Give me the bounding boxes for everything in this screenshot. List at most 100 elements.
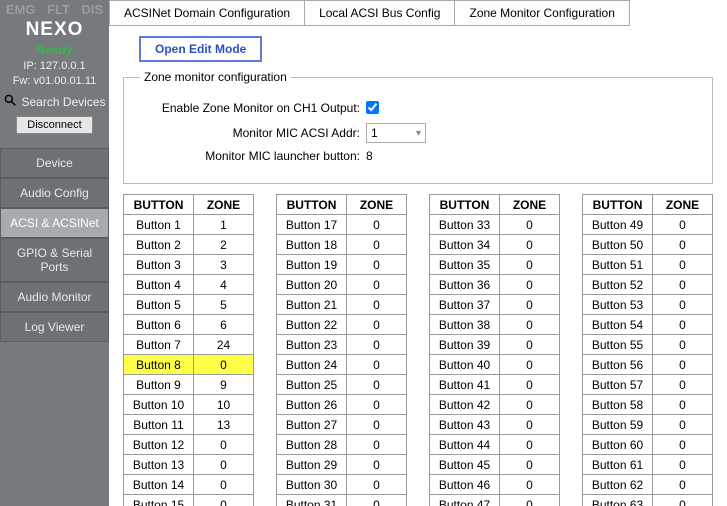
zone-cell: 0 [500,275,560,295]
table-row[interactable]: Button 590 [583,415,713,435]
table-row[interactable]: Button 180 [277,235,407,255]
table-row[interactable]: Button 520 [583,275,713,295]
table-row[interactable]: Button 430 [430,415,560,435]
tab-zone-monitor-configuration[interactable]: Zone Monitor Configuration [455,0,629,26]
tab-acsinet-domain-configuration[interactable]: ACSINet Domain Configuration [109,0,305,26]
table-row[interactable]: Button 22 [124,235,254,255]
table-row[interactable]: Button 350 [430,255,560,275]
nav-item-log-viewer[interactable]: Log Viewer [0,312,109,342]
table-row[interactable]: Button 390 [430,335,560,355]
table-row[interactable]: Button 140 [124,475,254,495]
table-row[interactable]: Button 260 [277,395,407,415]
status-ready: Ready [0,43,109,57]
table-row[interactable]: Button 440 [430,435,560,455]
button-cell: Button 54 [583,315,653,335]
zone-cell: 0 [500,475,560,495]
zone-cell: 0 [347,315,407,335]
button-cell: Button 58 [583,395,653,415]
tab-local-acsi-bus-config[interactable]: Local ACSI Bus Config [305,0,455,26]
zone-cell: 0 [347,295,407,315]
button-cell: Button 46 [430,475,500,495]
table-row[interactable]: Button 55 [124,295,254,315]
button-zone-table: BUTTONZONEButton 170Button 180Button 190… [276,194,407,506]
table-row[interactable]: Button 250 [277,375,407,395]
table-row[interactable]: Button 420 [430,395,560,415]
table-row[interactable]: Button 66 [124,315,254,335]
zone-config-fieldset: Zone monitor configuration Enable Zone M… [123,70,713,184]
table-row[interactable]: Button 280 [277,435,407,455]
disconnect-button[interactable]: Disconnect [16,116,92,134]
table-row[interactable]: Button 270 [277,415,407,435]
nav-item-acsi-acsinet[interactable]: ACSI & ACSINet [0,208,109,238]
table-row[interactable]: Button 450 [430,455,560,475]
table-row[interactable]: Button 460 [430,475,560,495]
table-row[interactable]: Button 230 [277,335,407,355]
table-row[interactable]: Button 200 [277,275,407,295]
mic-addr-select[interactable]: 1 [366,123,426,143]
table-row[interactable]: Button 340 [430,235,560,255]
table-row[interactable]: Button 330 [430,215,560,235]
table-row[interactable]: Button 490 [583,215,713,235]
table-row[interactable]: Button 33 [124,255,254,275]
table-row[interactable]: Button 99 [124,375,254,395]
search-devices-link[interactable]: Search Devices [0,93,109,110]
button-cell: Button 18 [277,235,347,255]
button-cell: Button 25 [277,375,347,395]
enable-zone-monitor-checkbox[interactable] [366,101,379,114]
table-row[interactable]: Button 550 [583,335,713,355]
table-row[interactable]: Button 724 [124,335,254,355]
nav-item-gpio-serial-ports[interactable]: GPIO & Serial Ports [0,238,109,282]
button-cell: Button 52 [583,275,653,295]
table-row[interactable]: Button 560 [583,355,713,375]
table-row[interactable]: Button 120 [124,435,254,455]
open-edit-mode-button[interactable]: Open Edit Mode [139,36,262,62]
button-cell: Button 55 [583,335,653,355]
button-cell: Button 47 [430,495,500,506]
table-row[interactable]: Button 380 [430,315,560,335]
table-row[interactable]: Button 210 [277,295,407,315]
table-row[interactable]: Button 150 [124,495,254,506]
table-row[interactable]: Button 470 [430,495,560,506]
zone-cell: 5 [194,295,254,315]
table-row[interactable]: Button 44 [124,275,254,295]
table-row[interactable]: Button 290 [277,455,407,475]
table-row[interactable]: Button 170 [277,215,407,235]
nav-item-audio-config[interactable]: Audio Config [0,178,109,208]
zone-cell: 0 [500,435,560,455]
button-cell: Button 40 [430,355,500,375]
button-cell: Button 30 [277,475,347,495]
zone-cell: 0 [653,335,713,355]
table-row[interactable]: Button 1113 [124,415,254,435]
table-row[interactable]: Button 530 [583,295,713,315]
table-row[interactable]: Button 630 [583,495,713,506]
table-row[interactable]: Button 610 [583,455,713,475]
nav-item-audio-monitor[interactable]: Audio Monitor [0,282,109,312]
table-row[interactable]: Button 360 [430,275,560,295]
table-row[interactable]: Button 80 [124,355,254,375]
table-row[interactable]: Button 620 [583,475,713,495]
table-row[interactable]: Button 310 [277,495,407,506]
table-row[interactable]: Button 240 [277,355,407,375]
button-cell: Button 41 [430,375,500,395]
button-cell: Button 2 [124,235,194,255]
table-row[interactable]: Button 570 [583,375,713,395]
table-row[interactable]: Button 540 [583,315,713,335]
zone-cell: 0 [347,415,407,435]
table-row[interactable]: Button 410 [430,375,560,395]
nav-item-device[interactable]: Device [0,148,109,178]
table-row[interactable]: Button 11 [124,215,254,235]
table-row[interactable]: Button 600 [583,435,713,455]
table-row[interactable]: Button 370 [430,295,560,315]
table-row[interactable]: Button 500 [583,235,713,255]
table-row[interactable]: Button 510 [583,255,713,275]
search-icon [3,93,17,110]
table-row[interactable]: Button 400 [430,355,560,375]
table-row[interactable]: Button 130 [124,455,254,475]
button-cell: Button 36 [430,275,500,295]
table-row[interactable]: Button 220 [277,315,407,335]
table-row[interactable]: Button 190 [277,255,407,275]
table-row[interactable]: Button 580 [583,395,713,415]
table-row[interactable]: Button 1010 [124,395,254,415]
button-cell: Button 10 [124,395,194,415]
table-row[interactable]: Button 300 [277,475,407,495]
